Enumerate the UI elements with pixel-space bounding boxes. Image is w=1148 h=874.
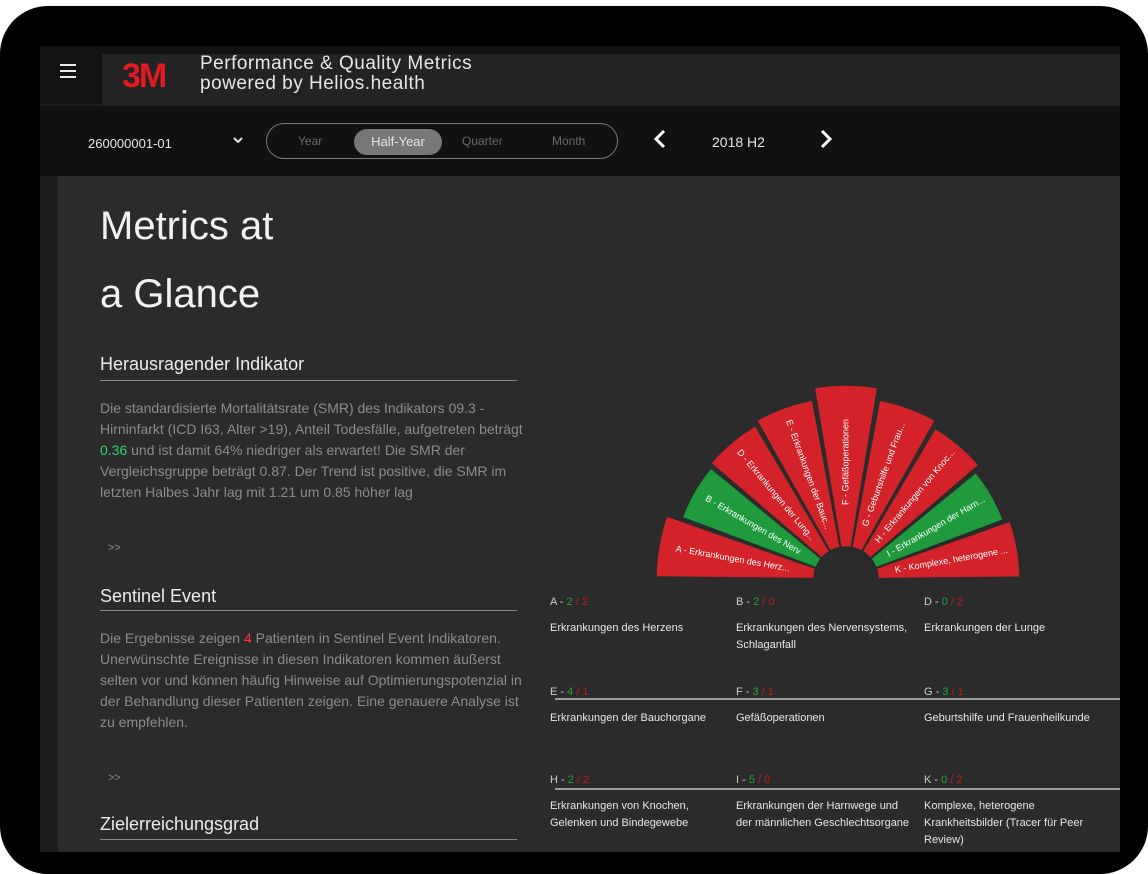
sentinel-event-text: Die Ergebnisse zeigen 4 Patienten in Sen… [100, 628, 525, 733]
category-name[interactable]: Erkrankungen der Lunge [924, 620, 1104, 637]
category-separator: / [758, 686, 768, 698]
category-code: K - [924, 774, 942, 786]
category-code: B - [736, 596, 754, 608]
category-red-count: 2 [957, 596, 964, 608]
category-red-count: 0 [764, 774, 771, 786]
category-code: I - [736, 774, 749, 786]
facility-select[interactable]: 260000001-01 [88, 136, 172, 151]
category-name[interactable]: Erkrankungen der Bauchorgane [550, 710, 730, 727]
period-half-year[interactable]: Half-Year [354, 129, 442, 155]
more-link[interactable]: >> [108, 542, 121, 554]
outstanding-indicator-title: Herausragender Indikator [100, 354, 305, 374]
target-achievement-title: Zielerreichungsgrad [100, 814, 260, 834]
app-screen: 3M Performance & Quality Metrics powered… [40, 46, 1120, 852]
category-score: E - 4 / 1 [550, 686, 589, 698]
app-title: Performance & Quality Metrics powered by… [200, 54, 472, 94]
category-separator: / [948, 686, 958, 698]
tablet-frame: 3M Performance & Quality Metrics powered… [0, 6, 1148, 874]
category-score: H - 2 / 2 [550, 774, 589, 786]
main-content: Metrics at a Glance Herausragender Indik… [58, 176, 1120, 852]
sentinel-event-title: Sentinel Event [100, 586, 217, 606]
category-score: I - 5 / 0 [736, 774, 770, 786]
category-fan-chart: A - Erkrankungen des Herz...B - Erkranku… [655, 384, 1021, 580]
category-code: H - [550, 774, 568, 786]
category-score: A - 2 / 2 [550, 596, 588, 608]
category-code: A - [550, 596, 567, 608]
category-red-count: 1 [957, 686, 964, 698]
category-name[interactable]: Erkrankungen von Knochen, Gelenken und B… [550, 798, 730, 832]
category-separator: / [947, 596, 958, 608]
outstanding-indicator-text: Die standardisierte Mortalitätsrate (SMR… [100, 398, 525, 503]
category-name[interactable]: Komplexe, heterogene Krankheitsbilder (T… [924, 798, 1104, 849]
category-name[interactable]: Geburtshilfe und Frauenheilkunde [924, 710, 1104, 727]
category-red-count: 0 [768, 596, 775, 608]
page-title-line2: a Glance [100, 272, 261, 316]
category-score: G - 3 / 1 [924, 686, 964, 698]
app-title-line2: powered by Helios.health [200, 73, 426, 94]
sentinel-text-before: Die Ergebnisse zeigen [100, 630, 244, 646]
smr-value: 0.36 [100, 442, 128, 458]
page-title-line1: Metrics at [100, 204, 274, 248]
previous-period-button[interactable] [652, 128, 668, 157]
next-period-button[interactable] [818, 128, 834, 157]
grid-divider [555, 698, 1120, 700]
category-score: F - 3 / 1 [736, 686, 774, 698]
category-name[interactable]: Erkrankungen der Harnwege und der männli… [736, 798, 916, 832]
category-code: G - [924, 686, 943, 698]
chevron-down-icon[interactable] [232, 134, 244, 149]
current-period: 2018 H2 [712, 134, 765, 150]
menu-icon[interactable] [60, 64, 76, 78]
category-code: F - [736, 686, 753, 698]
category-separator: / [754, 774, 765, 786]
category-name[interactable]: Gefäßoperationen [736, 710, 916, 727]
category-separator: / [572, 596, 582, 608]
category-score: B - 2 / 0 [736, 596, 775, 608]
divider [100, 380, 517, 381]
period-year[interactable]: Year [298, 134, 322, 148]
period-quarter[interactable]: Quarter [462, 134, 503, 148]
category-separator: / [573, 774, 584, 786]
logo: 3M [122, 57, 167, 95]
category-name[interactable]: Erkrankungen des Herzens [550, 620, 730, 637]
category-red-count: 1 [767, 686, 774, 698]
divider [100, 610, 517, 611]
grid-divider [555, 788, 1120, 790]
outstanding-text-after: und ist damit 64% niedriger als erwartet… [100, 442, 507, 500]
category-red-count: 2 [956, 774, 963, 786]
app-title-line1: Performance & Quality Metrics [200, 53, 473, 74]
more-link[interactable]: >> [108, 772, 121, 784]
fan-segment-label: F - Gefäßoperationen [840, 419, 850, 505]
sentinel-count: 4 [243, 630, 252, 646]
category-score: K - 0 / 2 [924, 774, 963, 786]
category-red-count: 1 [582, 686, 589, 698]
divider [100, 839, 517, 840]
outstanding-text-before: Die standardisierte Mortalitätsrate (SMR… [100, 400, 523, 437]
category-red-count: 2 [583, 774, 590, 786]
category-score: D - 0 / 2 [924, 596, 963, 608]
category-code: E - [550, 686, 568, 698]
category-red-count: 2 [581, 596, 588, 608]
category-code: D - [924, 596, 942, 608]
period-month[interactable]: Month [552, 134, 585, 148]
category-name[interactable]: Erkrankungen des Nervensystems, Schlagan… [736, 620, 916, 654]
